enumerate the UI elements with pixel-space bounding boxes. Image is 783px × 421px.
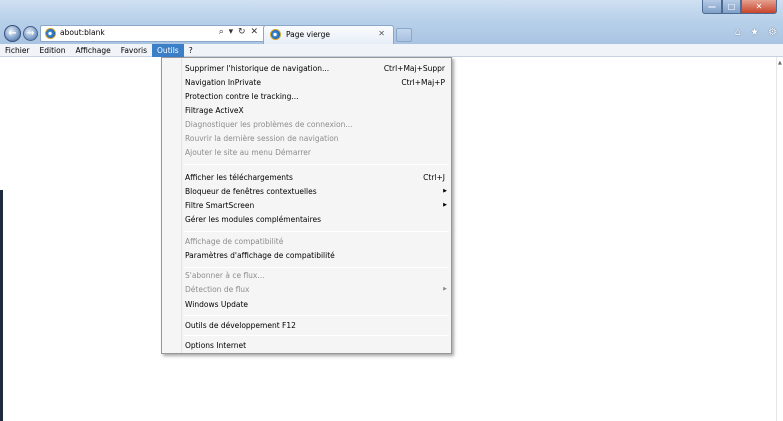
menu-item-label: Gérer les modules complémentaires [185,215,322,224]
close-icon[interactable]: ✕ [378,29,385,38]
minimize-button[interactable]: — [702,0,722,14]
outils-dropdown-menu: Supprimer l'historique de navigation... … [161,57,452,354]
menu-item-label: Filtre SmartScreen [185,201,255,210]
menu-item-inprivate[interactable]: Navigation InPrivate Ctrl+Maj+P [185,77,447,88]
shortcut: Ctrl+Maj+Suppr [383,64,445,73]
menu-item-internet-options[interactable]: Options Internet [185,340,447,351]
tab-page-vierge[interactable]: Page vierge ✕ [263,25,394,44]
star-icon[interactable]: ★ [750,27,759,38]
menu-item-windows-update[interactable]: Windows Update [185,299,447,310]
menu-item-delete-history[interactable]: Supprimer l'historique de navigation... … [185,63,447,74]
toolbar-icons: ⌂ ★ ⚙ [735,27,777,38]
shortcut: Ctrl+Maj+P [401,78,445,87]
menu-item-manage-addons[interactable]: Gérer les modules complémentaires [185,214,447,225]
window-controls: — □ ✕ [702,0,777,14]
menu-outils[interactable]: Outils [152,43,184,57]
menu-item-label: Paramètres d'affichage de compatibilité [185,251,335,260]
menu-item-downloads[interactable]: Afficher les téléchargements Ctrl+J [185,172,447,183]
menu-item-tracking-protection[interactable]: Protection contre le tracking... [185,91,447,102]
menu-item-feed-discovery: Détection de flux ▶ [185,284,447,295]
submenu-arrow-icon: ▶ [443,188,447,194]
browser-chrome: ← → about:blank ⌕ ▾ ↻ ✕ Page vierge ✕ — … [0,0,783,44]
address-tools[interactable]: ⌕ ▾ ↻ ✕ [219,27,259,37]
shortcut: Ctrl+J [423,173,445,182]
menu-item-label: Bloqueur de fenêtres contextuelles [185,187,317,196]
menu-item-label: Options Internet [185,341,247,350]
menu-separator [184,335,449,336]
menu-icon-gutter [162,58,182,353]
menu-edition[interactable]: Edition [35,44,71,57]
forward-arrow-icon[interactable]: → [23,26,38,41]
gear-icon[interactable]: ⚙ [768,27,777,38]
menu-item-label: Protection contre le tracking... [185,92,299,101]
menu-item-label: Navigation InPrivate [185,78,261,87]
menu-item-label: Affichage de compatibilité [185,237,284,246]
tab-label: Page vierge [286,30,331,39]
menu-item-label: Ajouter le site au menu Démarrer [185,148,311,157]
menu-separator [184,231,449,232]
menu-item-label: Outils de développement F12 [185,321,296,330]
submenu-arrow-icon: ▶ [443,286,447,292]
menu-favoris[interactable]: Favoris [116,44,152,57]
window-edge [0,190,3,421]
menu-separator [184,315,449,316]
menu-item-label: Supprimer l'historique de navigation... [185,64,330,73]
menu-item-diagnose-connection: Diagnostiquer les problèmes de connexion… [185,119,447,130]
menu-help[interactable]: ? [184,44,198,57]
menu-affichage[interactable]: Affichage [70,44,115,57]
home-icon[interactable]: ⌂ [735,27,741,38]
submenu-arrow-icon: ▶ [443,202,447,208]
new-tab-button[interactable] [396,28,412,42]
menu-item-label: Afficher les téléchargements [185,173,293,182]
menu-bar: Fichier Edition Affichage Favoris Outils… [0,43,783,57]
menu-item-label: Détection de flux [185,285,250,294]
menu-item-compat-view: Affichage de compatibilité [185,236,447,247]
menu-item-smartscreen[interactable]: Filtre SmartScreen ▶ [185,200,447,211]
close-window-button[interactable]: ✕ [741,0,777,14]
menu-item-subscribe-feed: S'abonner à ce flux... [185,270,447,281]
scroll-up-arrow-icon[interactable]: ▲ [778,60,782,66]
ie-logo-icon [270,29,281,40]
menu-item-popup-blocker[interactable]: Bloqueur de fenêtres contextuelles ▶ [185,186,447,197]
menu-item-compat-settings[interactable]: Paramètres d'affichage de compatibilité [185,250,447,261]
scrollbar[interactable]: ▲ [776,57,783,421]
menu-item-label: Diagnostiquer les problèmes de connexion… [185,120,353,129]
menu-item-label: Rouvrir la dernière session de navigatio… [185,134,339,143]
menu-separator [184,164,449,165]
menu-item-label: Windows Update [185,300,249,309]
menu-item-label: Filtrage ActiveX [185,106,244,115]
menu-item-activex-filtering[interactable]: Filtrage ActiveX [185,105,447,116]
menu-item-label: S'abonner à ce flux... [185,271,265,280]
menu-item-reopen-session: Rouvrir la dernière session de navigatio… [185,133,447,144]
menu-item-f12-devtools[interactable]: Outils de développement F12 [185,320,447,331]
menu-fichier[interactable]: Fichier [0,44,35,57]
maximize-button[interactable]: □ [722,0,741,14]
ie-logo-icon [45,28,56,39]
back-arrow-icon[interactable]: ← [4,25,21,42]
menu-item-add-to-start: Ajouter le site au menu Démarrer [185,147,447,158]
menu-separator [184,267,449,268]
address-text[interactable]: about:blank [60,28,105,37]
address-bar[interactable]: about:blank ⌕ ▾ ↻ ✕ [40,25,266,42]
